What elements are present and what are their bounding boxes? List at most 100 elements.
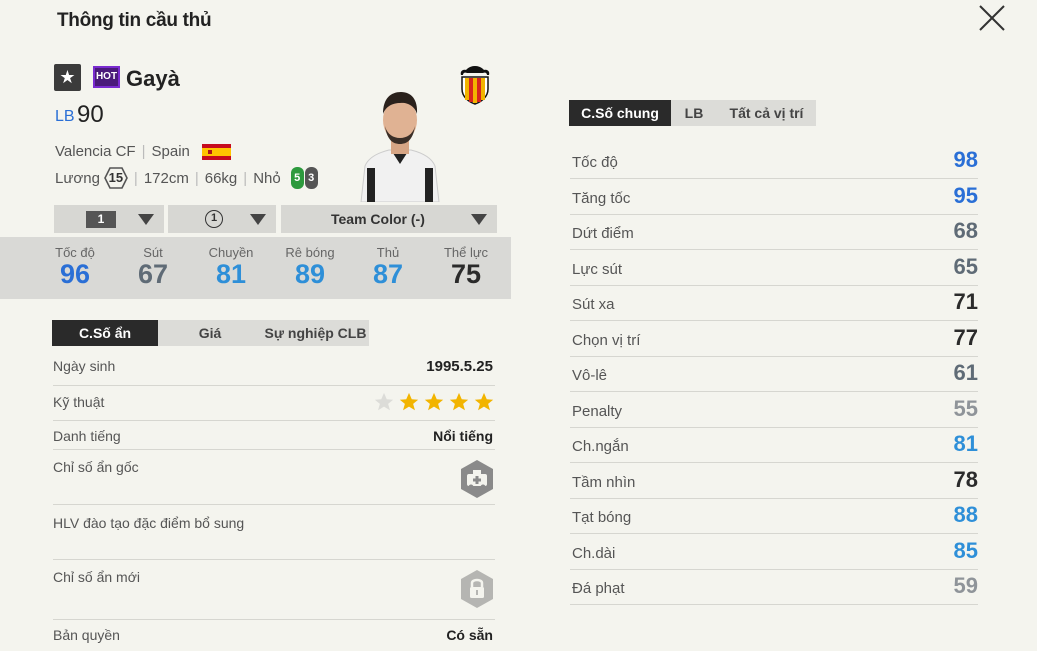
close-icon: [979, 5, 1005, 31]
club-nation-line: Valencia CF | Spain: [55, 143, 232, 161]
tab-club-career[interactable]: Sự nghiệp CLB: [262, 320, 369, 346]
license-label: Bản quyền: [53, 627, 120, 643]
star-empty-icon: [374, 392, 394, 411]
stat-row: Penalty 55: [570, 393, 978, 428]
chevron-down-icon: [250, 214, 266, 225]
stat-value: 71: [953, 289, 978, 314]
wage-value: 15: [108, 170, 124, 185]
stat-row: Tầm nhìn 78: [570, 464, 978, 499]
club-logo: [457, 64, 493, 106]
stat-value: 88: [953, 502, 978, 527]
original-traits-row: Chỉ số ẩn gốc: [53, 450, 495, 505]
stat-row: Lực sút 65: [570, 251, 978, 286]
stat-value: 78: [953, 466, 978, 492]
license-row: Bản quyền Có sẵn: [53, 620, 495, 651]
license-value: Có sẵn: [446, 627, 493, 643]
summary-stat-dribbling: Rê bóng 89: [285, 245, 335, 289]
stat-row: Tốc độ 98: [570, 144, 978, 179]
team-color-selector[interactable]: Team Color (-): [281, 205, 497, 233]
left-foot-badge: 5: [290, 167, 304, 189]
summary-stat-shooting: Sút 67: [137, 245, 169, 289]
stat-label: Ch.dài: [572, 544, 616, 562]
tab-price[interactable]: Giá: [158, 320, 262, 346]
stat-label: Penalty: [572, 402, 623, 420]
stat-value: 59: [953, 573, 978, 598]
star-filled-icon: [399, 392, 419, 411]
summary-stat-pace: Tốc độ 96: [55, 245, 95, 289]
team-color-value: Team Color (-): [331, 211, 425, 227]
stat-row: Dứt điểm 68: [570, 215, 978, 250]
stat-row: Đá phạt 59: [570, 570, 978, 605]
stat-row: Tạt bóng 88: [570, 499, 978, 534]
reputation-row: Danh tiếng Nổi tiếng: [53, 421, 495, 450]
stat-row: Ch.ngắn 81: [570, 428, 978, 463]
stat-value: 95: [953, 182, 978, 208]
skill-stars: [373, 391, 495, 413]
tab-all-positions[interactable]: Tất cả vị trí: [717, 100, 816, 126]
wage-label: Lương: [55, 169, 100, 187]
birth-row: Ngày sinh 1995.5.25: [53, 350, 495, 386]
stat-row: Sút xa 71: [570, 286, 978, 321]
coach-traits-row: HLV đào tạo đặc điểm bổ sung: [53, 505, 495, 560]
new-traits-label: Chỉ số ẩn mới: [53, 569, 140, 585]
stat-row: Ch.dài 85: [570, 535, 978, 570]
weight-value: 66kg: [204, 169, 238, 187]
chevron-down-icon: [138, 214, 154, 225]
tab-general-stats[interactable]: C.Số chung: [569, 100, 671, 126]
club-name: Valencia CF: [55, 143, 136, 160]
star-filled-icon: [474, 392, 494, 411]
birth-label: Ngày sinh: [53, 358, 116, 374]
level-value: 1: [86, 210, 116, 228]
right-foot-badge: 3: [304, 167, 318, 189]
lock-icon[interactable]: [459, 569, 495, 609]
stat-label: Ch.ngắn: [572, 438, 629, 455]
player-position: LB: [55, 108, 75, 125]
left-tab-bar: C.Số ẩn Giá Sự nghiệp CLB: [52, 320, 369, 346]
tab-position-lb[interactable]: LB: [671, 100, 717, 126]
stat-label: Sút xa: [572, 296, 615, 313]
stat-label: Tăng tốc: [572, 189, 631, 207]
coach-traits-label: HLV đào tạo đặc điểm bổ sung: [53, 515, 245, 531]
player-ovr: 90: [77, 101, 104, 128]
player-name: Gayà: [126, 66, 180, 91]
right-tab-bar: C.Số chung LB Tất cả vị trí: [569, 100, 816, 126]
stat-label: Vô-lê: [572, 367, 608, 384]
summary-stat-defending: Thủ 87: [372, 245, 404, 289]
page-title: Thông tin cầu thủ: [57, 10, 212, 31]
stat-label: Tốc độ: [572, 154, 618, 171]
stat-row: Vô-lê 61: [570, 357, 978, 392]
stat-value: 85: [953, 537, 978, 563]
hot-badge: HOT: [93, 66, 120, 88]
new-traits-row: Chỉ số ẩn mới: [53, 560, 495, 620]
stat-row: Tăng tốc 95: [570, 180, 978, 215]
summary-stat-physical: Thể lực 75: [443, 245, 489, 289]
close-button[interactable]: [978, 4, 1006, 32]
skill-row: Kỹ thuật: [53, 386, 495, 421]
reputation-label: Danh tiếng: [53, 428, 121, 444]
stat-label: Đá phạt: [572, 580, 625, 597]
birth-value: 1995.5.25: [426, 358, 493, 375]
stat-label: Chọn vị trí: [572, 331, 641, 349]
upgrade-selector[interactable]: 1: [168, 205, 276, 233]
spain-flag-icon: [202, 144, 232, 161]
player-portrait: [355, 86, 445, 203]
body-type: Nhỏ: [253, 169, 281, 187]
stat-value: 81: [953, 431, 978, 456]
attributes-line: Lương 15 | 172cm | 66kg | Nhỏ 5 3: [55, 167, 318, 189]
summary-stat-passing: Chuyền 81: [208, 245, 254, 289]
stat-label: Lực sút: [572, 260, 623, 278]
wage-badge: 15: [104, 167, 128, 189]
stat-value: 98: [953, 147, 978, 172]
tab-hidden-stats[interactable]: C.Số ẩn: [52, 320, 158, 346]
stat-value: 61: [953, 360, 978, 385]
trait-ambulance-icon[interactable]: [459, 459, 495, 499]
level-selector[interactable]: 1: [54, 205, 164, 233]
stat-row: Chọn vị trí 77: [570, 322, 978, 357]
stat-label: Dứt điểm: [572, 225, 634, 242]
stat-value: 55: [953, 395, 978, 421]
stat-value: 65: [953, 253, 978, 279]
chevron-down-icon: [471, 214, 487, 225]
stat-label: Tạt bóng: [572, 509, 632, 526]
skill-label: Kỹ thuật: [53, 394, 105, 410]
star-filled-icon: [424, 392, 444, 411]
